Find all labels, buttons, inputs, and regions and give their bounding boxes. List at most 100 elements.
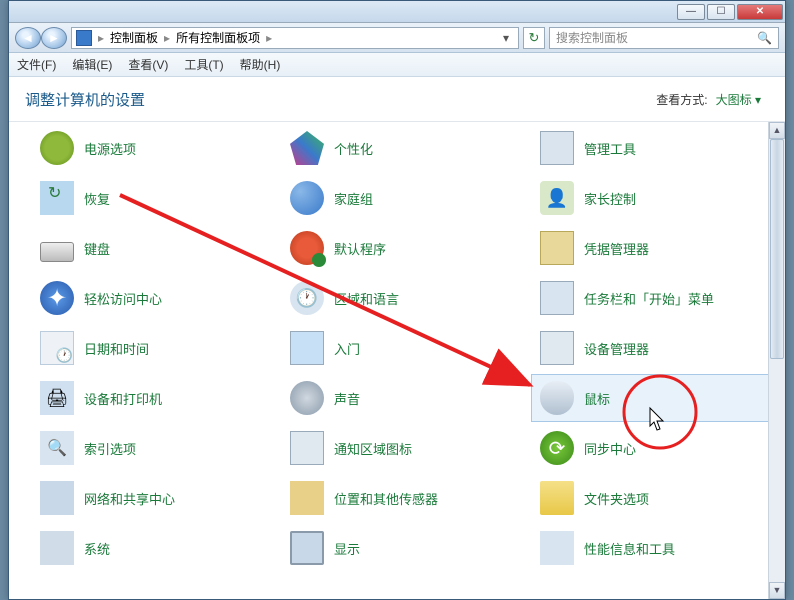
search-input[interactable]: 搜索控制面板 🔍 bbox=[549, 27, 779, 49]
scrollbar[interactable]: ▲ ▼ bbox=[768, 122, 785, 599]
region-language-icon bbox=[290, 281, 324, 315]
item-label: 管理工具 bbox=[584, 139, 636, 158]
item-label: 位置和其他传感器 bbox=[334, 489, 438, 508]
maximize-button[interactable]: ☐ bbox=[707, 4, 735, 20]
titlebar: — ☐ ✕ bbox=[9, 1, 785, 23]
breadcrumb[interactable]: ▸ 控制面板 ▸ 所有控制面板项 ▸ ▾ bbox=[71, 27, 519, 49]
scroll-down-button[interactable]: ▼ bbox=[769, 582, 785, 599]
item-region-language[interactable]: 区域和语言 bbox=[281, 274, 531, 322]
display-icon bbox=[290, 531, 324, 565]
menu-edit[interactable]: 编辑(E) bbox=[72, 56, 112, 73]
search-placeholder: 搜索控制面板 bbox=[556, 29, 628, 46]
item-label: 鼠标 bbox=[584, 389, 610, 408]
item-taskbar-start[interactable]: 任务栏和「开始」菜单 bbox=[531, 274, 781, 322]
personalization-icon bbox=[290, 131, 324, 165]
taskbar-start-icon bbox=[540, 281, 574, 315]
item-display[interactable]: 显示 bbox=[281, 524, 531, 572]
breadcrumb-segment[interactable]: 所有控制面板项 bbox=[176, 29, 260, 46]
nav-buttons: ◄ ► bbox=[15, 27, 67, 49]
menubar: 文件(F) 编辑(E) 查看(V) 工具(T) 帮助(H) bbox=[9, 53, 785, 77]
date-time-icon bbox=[40, 331, 74, 365]
performance-tools-icon bbox=[540, 531, 574, 565]
item-sync-center[interactable]: 同步中心 bbox=[531, 424, 781, 472]
view-by-dropdown[interactable]: 大图标 ▾ bbox=[716, 91, 761, 108]
default-programs-icon bbox=[290, 231, 324, 265]
scroll-up-button[interactable]: ▲ bbox=[769, 122, 785, 139]
item-indexing-options[interactable]: 索引选项 bbox=[31, 424, 281, 472]
item-label: 区域和语言 bbox=[334, 289, 399, 308]
item-label: 家庭组 bbox=[334, 189, 373, 208]
address-dropdown-icon[interactable]: ▾ bbox=[498, 31, 514, 45]
item-default-programs[interactable]: 默认程序 bbox=[281, 224, 531, 272]
item-homegroup[interactable]: 家庭组 bbox=[281, 174, 531, 222]
address-bar: ◄ ► ▸ 控制面板 ▸ 所有控制面板项 ▸ ▾ ↻ 搜索控制面板 🔍 bbox=[9, 23, 785, 53]
menu-help[interactable]: 帮助(H) bbox=[240, 56, 281, 73]
page-title: 调整计算机的设置 bbox=[25, 89, 145, 110]
content-header: 调整计算机的设置 查看方式: 大图标 ▾ bbox=[9, 77, 785, 121]
admin-tools-icon bbox=[540, 131, 574, 165]
recovery-icon bbox=[40, 181, 74, 215]
item-date-time[interactable]: 日期和时间 bbox=[31, 324, 281, 372]
item-mouse[interactable]: 鼠标 bbox=[531, 374, 781, 422]
parental-controls-icon bbox=[540, 181, 574, 215]
item-device-manager[interactable]: 设备管理器 bbox=[531, 324, 781, 372]
item-keyboard[interactable]: 键盘 bbox=[31, 224, 281, 272]
menu-file[interactable]: 文件(F) bbox=[17, 56, 56, 73]
item-devices-printers[interactable]: 设备和打印机 bbox=[31, 374, 281, 422]
forward-button[interactable]: ► bbox=[41, 27, 67, 49]
item-label: 键盘 bbox=[84, 239, 110, 258]
power-options-icon bbox=[40, 131, 74, 165]
control-panel-icon bbox=[76, 30, 92, 46]
scroll-thumb[interactable] bbox=[770, 139, 784, 359]
item-performance-tools[interactable]: 性能信息和工具 bbox=[531, 524, 781, 572]
item-ease-of-access[interactable]: 轻松访问中心 bbox=[31, 274, 281, 322]
item-label: 文件夹选项 bbox=[584, 489, 649, 508]
item-folder-options[interactable]: 文件夹选项 bbox=[531, 474, 781, 522]
item-network-sharing[interactable]: 网络和共享中心 bbox=[31, 474, 281, 522]
item-location-sensors[interactable]: 位置和其他传感器 bbox=[281, 474, 531, 522]
item-recovery[interactable]: 恢复 bbox=[31, 174, 281, 222]
item-label: 性能信息和工具 bbox=[584, 539, 675, 558]
item-label: 恢复 bbox=[84, 189, 110, 208]
device-manager-icon bbox=[540, 331, 574, 365]
item-parental-controls[interactable]: 家长控制 bbox=[531, 174, 781, 222]
explorer-window: — ☐ ✕ ◄ ► ▸ 控制面板 ▸ 所有控制面板项 ▸ ▾ ↻ 搜索控制面板 … bbox=[8, 0, 786, 600]
devices-printers-icon bbox=[40, 381, 74, 415]
item-getting-started[interactable]: 入门 bbox=[281, 324, 531, 372]
item-power-options[interactable]: 电源选项 bbox=[31, 124, 281, 172]
item-label: 网络和共享中心 bbox=[84, 489, 175, 508]
menu-tools[interactable]: 工具(T) bbox=[184, 56, 223, 73]
content-area: 电源选项 个性化 管理工具恢复 家庭组 家长控制键盘 默认程序 凭据管理器轻松访问中心 区域和… bbox=[9, 121, 785, 599]
getting-started-icon bbox=[290, 331, 324, 365]
notification-icons-icon bbox=[290, 431, 324, 465]
minimize-button[interactable]: — bbox=[677, 4, 705, 20]
breadcrumb-sep: ▸ bbox=[266, 31, 272, 45]
item-label: 日期和时间 bbox=[84, 339, 149, 358]
item-label: 索引选项 bbox=[84, 439, 136, 458]
sound-icon bbox=[290, 381, 324, 415]
chevron-down-icon: ▾ bbox=[755, 93, 761, 107]
system-icon bbox=[40, 531, 74, 565]
item-label: 默认程序 bbox=[334, 239, 386, 258]
item-label: 电源选项 bbox=[84, 139, 136, 158]
item-admin-tools[interactable]: 管理工具 bbox=[531, 124, 781, 172]
refresh-button[interactable]: ↻ bbox=[523, 27, 545, 49]
back-button[interactable]: ◄ bbox=[15, 27, 41, 49]
item-credential-manager[interactable]: 凭据管理器 bbox=[531, 224, 781, 272]
breadcrumb-sep: ▸ bbox=[164, 31, 170, 45]
breadcrumb-sep: ▸ bbox=[98, 31, 104, 45]
item-label: 设备管理器 bbox=[584, 339, 649, 358]
close-button[interactable]: ✕ bbox=[737, 4, 783, 20]
item-label: 轻松访问中心 bbox=[84, 289, 162, 308]
view-by-value: 大图标 bbox=[716, 93, 752, 107]
item-label: 同步中心 bbox=[584, 439, 636, 458]
item-system[interactable]: 系统 bbox=[31, 524, 281, 572]
menu-view[interactable]: 查看(V) bbox=[128, 56, 168, 73]
breadcrumb-segment[interactable]: 控制面板 bbox=[110, 29, 158, 46]
item-personalization[interactable]: 个性化 bbox=[281, 124, 531, 172]
item-sound[interactable]: 声音 bbox=[281, 374, 531, 422]
item-label: 个性化 bbox=[334, 139, 373, 158]
item-notification-icons[interactable]: 通知区域图标 bbox=[281, 424, 531, 472]
view-by: 查看方式: 大图标 ▾ bbox=[656, 91, 761, 108]
item-label: 凭据管理器 bbox=[584, 239, 649, 258]
